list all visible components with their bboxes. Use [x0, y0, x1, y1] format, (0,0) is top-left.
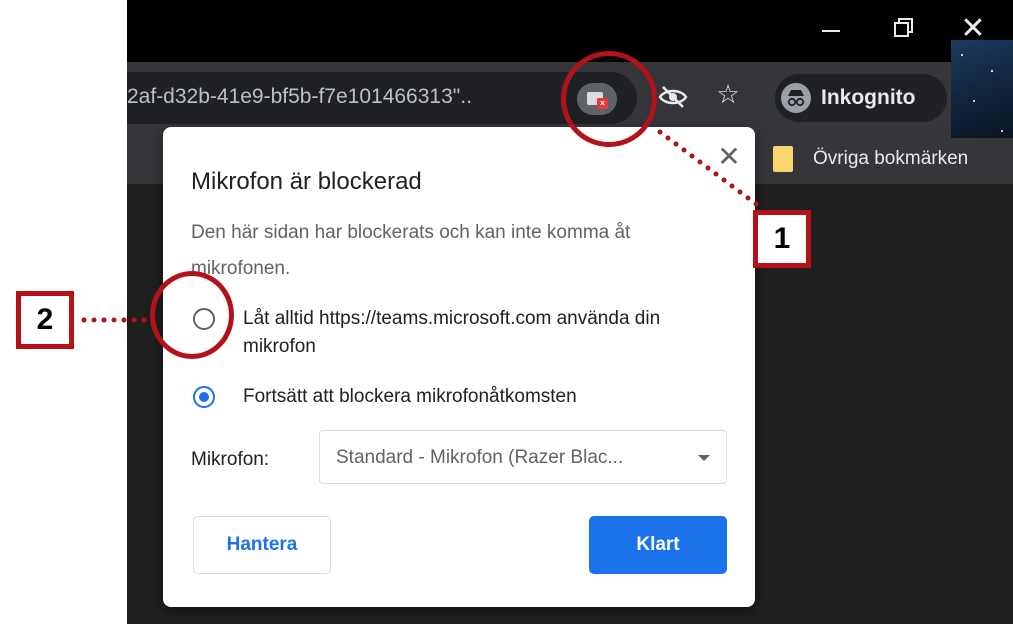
- annotation-marker-1: 1: [753, 210, 811, 268]
- annotation-marker-2: 2: [16, 291, 74, 349]
- annotation-circle-2: [150, 271, 234, 359]
- annotation-circle-1: [561, 51, 657, 147]
